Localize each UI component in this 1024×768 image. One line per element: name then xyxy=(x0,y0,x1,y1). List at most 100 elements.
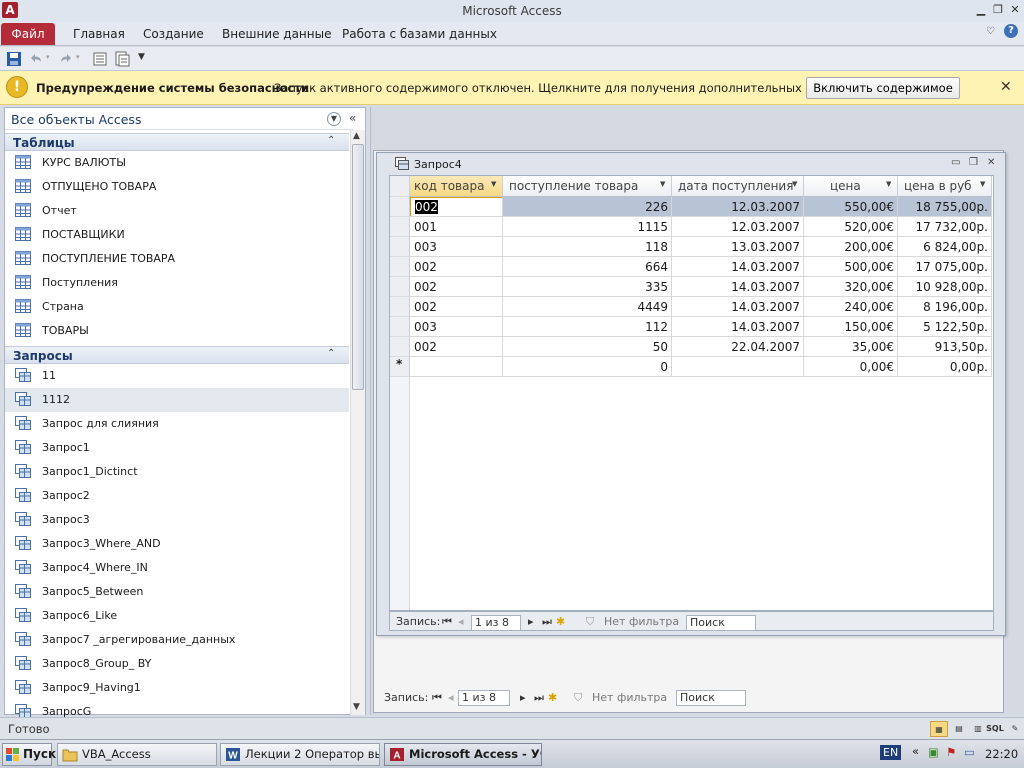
nav-query-item[interactable]: Запрос1 xyxy=(5,436,349,460)
table-cell[interactable]: 22.04.2007 xyxy=(672,337,804,357)
nav-pane-header[interactable]: Все объекты Access ▼ xyxy=(5,108,353,130)
column-header[interactable]: поступление товара ▼ xyxy=(503,176,672,197)
datasheet-view-icon[interactable]: ▦ xyxy=(930,721,948,737)
table-cell[interactable]: 5 122,50р. xyxy=(898,317,992,337)
collapse-pane-icon[interactable]: « xyxy=(349,111,356,125)
chevron-down-icon[interactable]: ▼ xyxy=(660,180,665,188)
report-icon[interactable] xyxy=(114,51,130,67)
selected-cell-text[interactable]: 002 xyxy=(415,200,438,214)
chevron-down-icon[interactable]: ▼ xyxy=(886,180,891,188)
record-position-field[interactable]: 1 из 8 xyxy=(471,615,521,631)
table-cell[interactable]: 17 732,00р. xyxy=(898,217,992,237)
security-warning-text[interactable]: Запуск активного содержимого отключен. Щ… xyxy=(274,81,867,95)
tab-external-data[interactable]: Внешние данные xyxy=(222,27,331,41)
nav-query-item[interactable]: Запрос3_Where_AND xyxy=(5,532,349,556)
table-cell[interactable]: 335 xyxy=(503,277,672,297)
table-cell[interactable]: 14.03.2007 xyxy=(672,297,804,317)
table-cell[interactable]: 550,00€ xyxy=(804,197,898,217)
security-icon[interactable]: ⚑ xyxy=(946,745,956,759)
minimize-ribbon-icon[interactable]: ♡ xyxy=(986,26,995,37)
filter-status[interactable]: Нет фильтра xyxy=(604,615,679,628)
nav-query-item[interactable]: Запрос6_Like xyxy=(5,604,349,628)
table-cell[interactable]: 320,00€ xyxy=(804,277,898,297)
close-icon[interactable]: ✕ xyxy=(1000,79,1012,95)
table-cell[interactable]: 14.03.2007 xyxy=(672,277,804,297)
last-record-icon[interactable]: ⏭ xyxy=(542,615,552,629)
filter-icon[interactable]: ⛉ xyxy=(574,691,582,705)
nav-query-item[interactable]: 11 xyxy=(5,364,349,388)
taskbar-item-word[interactable]: W Лекции 2 Оператор вы... xyxy=(220,743,380,766)
last-record-icon[interactable]: ⏭ xyxy=(534,691,544,705)
prev-record-icon[interactable]: ◂ xyxy=(458,615,464,628)
maximize-icon[interactable]: ❐ xyxy=(969,157,978,168)
chevron-up-icon[interactable]: ⌃ xyxy=(327,348,335,359)
table-cell[interactable]: 002 xyxy=(410,197,503,217)
nav-query-item[interactable]: Запрос3 xyxy=(5,508,349,532)
table-cell[interactable] xyxy=(672,357,804,377)
table-cell[interactable]: 0,00€ xyxy=(804,357,898,377)
table-cell[interactable]: 150,00€ xyxy=(804,317,898,337)
nav-table-item[interactable]: Поступления xyxy=(5,271,349,295)
record-selector[interactable] xyxy=(390,317,410,337)
table-cell[interactable]: 0 xyxy=(503,357,672,377)
restore-icon[interactable]: ❐ xyxy=(989,2,1007,18)
nav-pane-title[interactable]: Все объекты Access xyxy=(11,112,141,127)
table-cell[interactable] xyxy=(410,357,503,377)
nav-query-item[interactable]: Запрос5_Between xyxy=(5,580,349,604)
chevron-down-icon[interactable]: ▼ xyxy=(792,180,797,188)
new-record-icon[interactable]: ✱ xyxy=(548,691,557,704)
nav-query-item[interactable]: Запрос4_Where_IN xyxy=(5,556,349,580)
redo-icon[interactable] xyxy=(58,51,74,67)
table-cell[interactable]: 0,00р. xyxy=(898,357,992,377)
record-selector[interactable] xyxy=(390,337,410,357)
column-header[interactable]: цена ▼ xyxy=(804,176,898,197)
table-cell[interactable]: 50 xyxy=(503,337,672,357)
redo-dropdown-icon[interactable]: ▾ xyxy=(76,53,80,61)
table-cell[interactable]: 12.03.2007 xyxy=(672,217,804,237)
language-indicator[interactable]: EN xyxy=(880,745,902,760)
search-input[interactable]: Поиск xyxy=(676,690,746,706)
record-selector[interactable] xyxy=(390,217,410,237)
save-icon[interactable] xyxy=(6,51,22,67)
table-cell[interactable]: 118 xyxy=(503,237,672,257)
network-icon[interactable]: ▣ xyxy=(928,745,939,759)
table-cell[interactable]: 003 xyxy=(410,237,503,257)
table-cell[interactable]: 18 755,00р. xyxy=(898,197,992,217)
nav-query-item[interactable]: Запрос для слияния xyxy=(5,412,349,436)
query-window-titlebar[interactable]: Запрос4 ▭ ❐ ✕ xyxy=(377,153,1005,175)
taskbar-item-vba-access[interactable]: VBA_Access xyxy=(57,743,217,766)
table-cell[interactable]: 1115 xyxy=(503,217,672,237)
nav-query-item[interactable]: Запрос2 xyxy=(5,484,349,508)
minimize-icon[interactable]: ▭ xyxy=(951,157,960,168)
column-header[interactable]: код товара ▼ xyxy=(410,176,503,197)
chevron-down-icon[interactable]: ▼ xyxy=(980,180,985,188)
nav-section-queries[interactable]: Запросы ⌃ xyxy=(5,346,349,364)
table-cell[interactable]: 13.03.2007 xyxy=(672,237,804,257)
chevron-down-icon[interactable]: ▼ xyxy=(327,112,341,126)
undo-icon[interactable] xyxy=(28,51,44,67)
select-all-corner[interactable] xyxy=(390,176,410,197)
record-selector[interactable] xyxy=(390,277,410,297)
nav-query-item[interactable]: 1112 xyxy=(5,388,349,412)
scroll-down-icon[interactable]: ▼ xyxy=(353,702,360,712)
monitor-icon[interactable]: ▭ xyxy=(964,745,975,759)
nav-table-item[interactable]: ОТПУЩЕНО ТОВАРА xyxy=(5,175,349,199)
pivottable-view-icon[interactable]: ▤ xyxy=(950,721,968,737)
table-cell[interactable]: 4449 xyxy=(503,297,672,317)
tab-create[interactable]: Создание xyxy=(143,27,204,41)
sql-view-icon[interactable]: SQL xyxy=(986,721,1004,737)
nav-table-item[interactable]: ТОВАРЫ xyxy=(5,319,349,343)
nav-scrollbar[interactable]: ▲ ▼ xyxy=(350,130,365,715)
nav-query-item[interactable]: Запрос1_Dictinct xyxy=(5,460,349,484)
record-position-field[interactable]: 1 из 8 xyxy=(458,690,510,706)
new-record-icon[interactable]: ✱ xyxy=(556,615,565,628)
table-cell[interactable]: 112 xyxy=(503,317,672,337)
table-cell[interactable]: 226 xyxy=(503,197,672,217)
table-cell[interactable]: 913,50р. xyxy=(898,337,992,357)
table-cell[interactable]: 520,00€ xyxy=(804,217,898,237)
nav-section-tables[interactable]: Таблицы ⌃ xyxy=(5,133,349,151)
table-cell[interactable]: 10 928,00р. xyxy=(898,277,992,297)
next-record-icon[interactable]: ▸ xyxy=(520,691,526,704)
nav-query-item[interactable]: Запрос7 _агрегирование_данных xyxy=(5,628,349,652)
table-cell[interactable]: 500,00€ xyxy=(804,257,898,277)
